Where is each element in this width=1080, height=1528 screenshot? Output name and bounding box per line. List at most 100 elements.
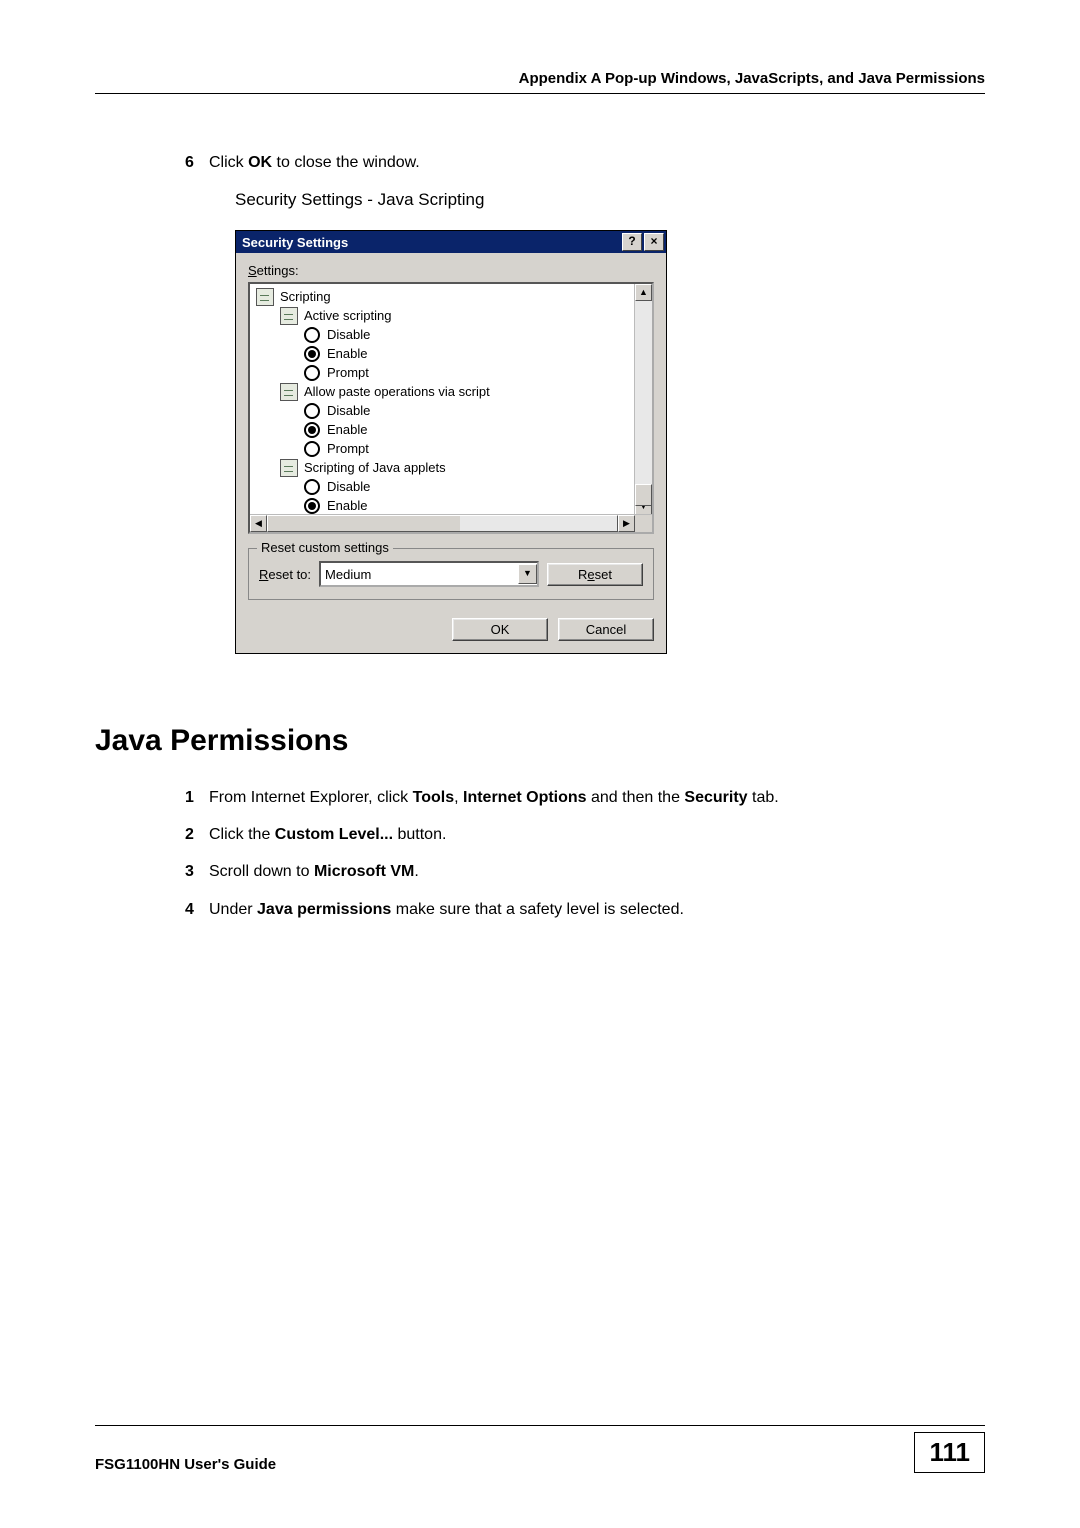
vertical-scrollbar[interactable]: ▲ ▼ (634, 284, 652, 515)
radio-icon (304, 479, 320, 495)
step-number: 1 (185, 786, 209, 809)
instruction-step-3: 3 Scroll down to Microsoft VM. (185, 860, 985, 883)
titlebar-buttons: ? × (620, 233, 664, 251)
radio-icon (304, 403, 320, 419)
radio-selected-icon (304, 498, 320, 514)
radio-enable[interactable]: Enable (252, 496, 650, 515)
radio-icon (304, 365, 320, 381)
radio-selected-icon (304, 346, 320, 362)
bold-text: Tools (413, 789, 454, 806)
radio-enable[interactable]: Enable (252, 420, 650, 439)
text: button. (393, 826, 446, 843)
security-settings-dialog: Security Settings ? × SSettings:ettings:… (235, 230, 667, 654)
step-text: Scroll down to Microsoft VM. (209, 860, 419, 883)
radio-enable[interactable]: Enable (252, 344, 650, 363)
radio-selected-icon (304, 422, 320, 438)
radio-disable[interactable]: Disable (252, 401, 650, 420)
step-text: From Internet Explorer, click Tools, Int… (209, 786, 779, 809)
figure-caption: Security Settings - Java Scripting (235, 190, 985, 210)
radio-prompt[interactable]: Prompt (252, 439, 650, 458)
label: Enable (327, 420, 367, 439)
label: Disable (327, 477, 370, 496)
settings-tree[interactable]: Scripting Active scripting Disable Enabl… (248, 282, 654, 534)
text: Click (209, 154, 248, 171)
radio-icon (304, 327, 320, 343)
script-icon (280, 459, 298, 477)
text: Click the (209, 826, 275, 843)
bold-text: OK (248, 154, 272, 171)
screenshot-figure: Security Settings ? × SSettings:ettings:… (235, 230, 985, 654)
label: Scripting (280, 287, 331, 306)
horizontal-scrollbar[interactable]: ◀ ▶ (250, 514, 652, 532)
script-icon (256, 288, 274, 306)
scroll-right-icon[interactable]: ▶ (618, 515, 635, 532)
page-number: 111 (914, 1432, 985, 1473)
reset-level-combo[interactable]: Medium ▼ (319, 561, 539, 587)
radio-disable[interactable]: Disable (252, 325, 650, 344)
scroll-thumb[interactable] (635, 484, 652, 506)
ok-button[interactable]: OK (452, 618, 548, 641)
tree-node-scripting: Scripting (252, 287, 650, 306)
dialog-body: SSettings:ettings: Scripting Active scri… (236, 253, 666, 653)
footer-guide-title: FSG1100HN User's Guide (95, 1456, 276, 1473)
bold-text: Security (684, 789, 747, 806)
label: Enable (327, 344, 367, 363)
text: Under (209, 901, 257, 918)
footer-rule (95, 1425, 985, 1426)
radio-prompt[interactable]: Prompt (252, 363, 650, 382)
scroll-left-icon[interactable]: ◀ (250, 515, 267, 532)
tree-node-allow-paste: Allow paste operations via script (252, 382, 650, 401)
step-text: Click the Custom Level... button. (209, 823, 446, 846)
text: and then the (587, 789, 685, 806)
bold-text: Internet Options (463, 789, 587, 806)
dialog-titlebar: Security Settings ? × (236, 231, 666, 253)
instruction-step-6: 6 Click OK to close the window. (185, 154, 985, 172)
script-icon (280, 383, 298, 401)
tree-node-java-applets: Scripting of Java applets (252, 458, 650, 477)
label: Disable (327, 325, 370, 344)
text: to close the window. (272, 154, 420, 171)
scroll-up-icon[interactable]: ▲ (635, 284, 652, 301)
bold-text: Microsoft VM (314, 863, 414, 880)
step-text: Click OK to close the window. (209, 154, 985, 172)
label: Enable (327, 496, 367, 515)
instruction-step-2: 2 Click the Custom Level... button. (185, 823, 985, 846)
reset-button[interactable]: ResetReset (547, 563, 643, 586)
text: , (454, 789, 463, 806)
step-text: Under Java permissions make sure that a … (209, 898, 684, 921)
cancel-button[interactable]: Cancel (558, 618, 654, 641)
step-number: 6 (185, 154, 209, 172)
bold-text: Java permissions (257, 901, 391, 918)
label: Prompt (327, 363, 369, 382)
text: tab. (748, 789, 779, 806)
text: Scroll down to (209, 863, 314, 880)
help-button[interactable]: ? (622, 233, 642, 251)
reset-custom-settings-group: Reset custom settings Reset to:Reset to:… (248, 548, 654, 600)
instruction-steps: 1 From Internet Explorer, click Tools, I… (185, 786, 985, 921)
scroll-corner (635, 515, 652, 532)
reset-to-label: Reset to:Reset to: (259, 567, 311, 582)
chevron-down-icon[interactable]: ▼ (518, 564, 537, 584)
scroll-track[interactable] (267, 515, 618, 532)
step-number: 4 (185, 898, 209, 921)
label: Prompt (327, 439, 369, 458)
step-number: 3 (185, 860, 209, 883)
text: make sure that a safety level is selecte… (391, 901, 684, 918)
tree-node-active-scripting: Active scripting (252, 306, 650, 325)
label: Allow paste operations via script (304, 382, 490, 401)
settings-label: SSettings:ettings: (248, 263, 654, 278)
instruction-step-4: 4 Under Java permissions make sure that … (185, 898, 985, 921)
label: Scripting of Java applets (304, 458, 446, 477)
radio-icon (304, 441, 320, 457)
script-icon (280, 307, 298, 325)
text: . (414, 863, 418, 880)
bold-text: Custom Level... (275, 826, 393, 843)
label: Disable (327, 401, 370, 420)
combo-value: Medium (325, 567, 371, 582)
radio-disable[interactable]: Disable (252, 477, 650, 496)
step-number: 2 (185, 823, 209, 846)
dialog-buttons: OK Cancel (248, 618, 654, 641)
instruction-step-1: 1 From Internet Explorer, click Tools, I… (185, 786, 985, 809)
close-button[interactable]: × (644, 233, 664, 251)
text: From Internet Explorer, click (209, 789, 413, 806)
